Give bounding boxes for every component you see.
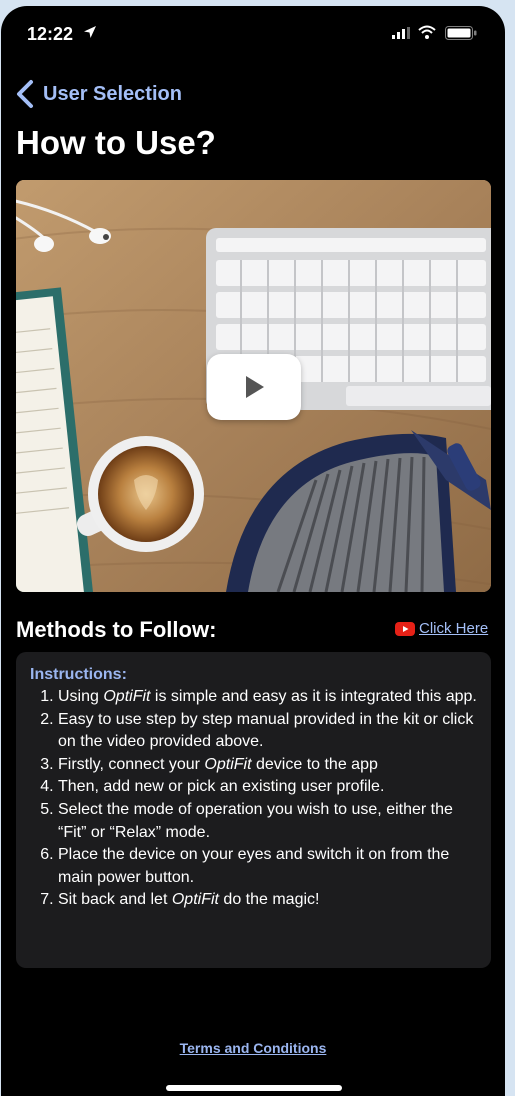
chevron-left-icon [17,80,33,108]
brand-name: OptiFit [103,688,151,705]
battery-icon [445,26,477,40]
click-here-label: Click Here [419,620,489,637]
instruction-item: Easy to use step by step manual provided… [58,709,477,754]
instruction-item: Then, add new or pick an existing user p… [58,776,477,799]
youtube-icon [395,621,415,636]
instruction-text: Place the device on your eyes and switch… [58,846,450,886]
instruction-item: Sit back and let OptiFit do the magic! [58,889,477,912]
terms-and-conditions-link[interactable]: Terms and Conditions [1,1040,505,1056]
status-time: 12:22 [27,24,74,44]
instructions-list: Using OptiFit is simple and easy as it i… [30,686,477,912]
instruction-item: Using OptiFit is simple and easy as it i… [58,686,477,709]
instruction-text: Then, add new or pick an existing user p… [58,778,385,796]
instruction-text: Easy to use step by step manual provided… [58,710,474,751]
play-icon [246,376,264,398]
brand-name: OptiFit [171,891,219,909]
back-button[interactable]: User Selection [15,76,182,112]
instruction-text: Sit back and let [58,891,172,909]
methods-title: Methods to Follow: [16,617,217,642]
status-bar: 12:22 [1,6,505,58]
play-button[interactable] [207,354,301,420]
brand-name: OptiFit [204,755,252,773]
instruction-text: device to the app [251,755,378,773]
back-label: User Selection [43,82,182,105]
instruction-item: Firstly, connect your OptiFit device to … [58,754,477,777]
app-screen: 12:22 User Selection How to Use? Methods… [1,6,505,1096]
instructions-card: Instructions: Using OptiFit is simple an… [16,652,491,968]
page-title: How to Use? [16,124,216,161]
click-here-link[interactable]: Click Here [395,620,488,637]
location-arrow-icon [84,26,96,38]
signal-icon [392,27,410,39]
wifi-icon [418,25,436,39]
video-thumbnail[interactable] [16,180,491,592]
instruction-text: do the magic! [218,891,320,909]
instruction-text: is simple and easy as it is integrated t… [150,688,477,705]
home-indicator [166,1085,342,1091]
instructions-heading: Instructions: [30,666,127,683]
instruction-item: Place the device on your eyes and switch… [58,844,477,889]
instruction-text: Using [58,688,104,705]
instruction-text: Firstly, connect your [58,755,205,773]
instruction-text: Select the mode of operation you wish to… [58,800,453,841]
instruction-item: Select the mode of operation you wish to… [58,799,477,844]
